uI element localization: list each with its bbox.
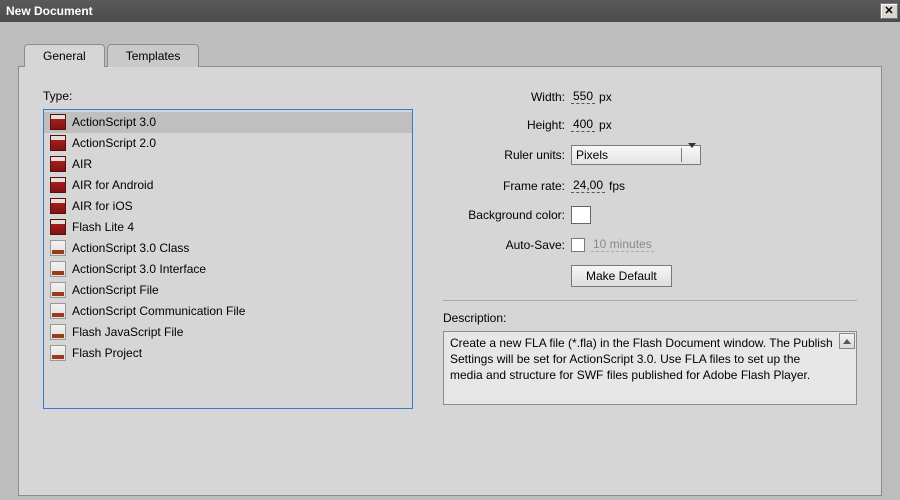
type-item[interactable]: ActionScript 3.0 — [44, 112, 412, 133]
type-item[interactable]: ActionScript 3.0 Interface — [44, 259, 412, 280]
chevron-up-icon — [843, 339, 851, 344]
ruler-units-select[interactable]: Pixels — [571, 145, 701, 165]
type-item[interactable]: AIR — [44, 154, 412, 175]
window-title: New Document — [6, 4, 93, 18]
scroll-up-button[interactable] — [839, 333, 855, 349]
autosave-interval: 10 minutes — [591, 237, 654, 252]
script-file-icon — [50, 324, 66, 340]
tab-body: Type: ActionScript 3.0 ActionScript 2.0 AI… — [18, 66, 882, 496]
autosave-checkbox[interactable] — [571, 238, 585, 252]
type-item-label: Flash Lite 4 — [72, 220, 134, 234]
flash-file-icon — [50, 135, 66, 151]
framerate-unit: fps — [609, 179, 625, 193]
bgcolor-label: Background color: — [443, 208, 571, 222]
script-file-icon — [50, 282, 66, 298]
width-input[interactable]: 550 — [571, 89, 595, 104]
type-item-label: AIR — [72, 157, 92, 171]
type-item-label: Flash Project — [72, 346, 142, 360]
width-unit: px — [599, 90, 612, 104]
type-item-label: AIR for Android — [72, 178, 153, 192]
type-item[interactable]: ActionScript File — [44, 280, 412, 301]
type-item-label: ActionScript 2.0 — [72, 136, 156, 150]
height-label: Height: — [443, 118, 571, 132]
type-item[interactable]: ActionScript 2.0 — [44, 133, 412, 154]
description-text: Create a new FLA file (*.fla) in the Fla… — [450, 335, 836, 384]
script-file-icon — [50, 240, 66, 256]
width-label: Width: — [443, 90, 571, 104]
type-item-label: ActionScript 3.0 — [72, 115, 156, 129]
flash-file-icon — [50, 219, 66, 235]
tab-row: General Templates — [24, 44, 882, 67]
type-item-label: ActionScript Communication File — [72, 304, 245, 318]
type-item[interactable]: AIR for iOS — [44, 196, 412, 217]
script-file-icon — [50, 303, 66, 319]
type-item-label: Flash JavaScript File — [72, 325, 183, 339]
flash-file-icon — [50, 177, 66, 193]
chevron-down-icon — [681, 148, 696, 162]
close-button[interactable]: ✕ — [880, 3, 898, 19]
bgcolor-swatch[interactable] — [571, 206, 591, 224]
flash-file-icon — [50, 114, 66, 130]
ruler-units-value: Pixels — [576, 148, 608, 162]
type-label: Type: — [43, 89, 413, 103]
type-item[interactable]: ActionScript Communication File — [44, 301, 412, 322]
tab-templates[interactable]: Templates — [107, 44, 200, 67]
type-item[interactable]: ActionScript 3.0 Class — [44, 238, 412, 259]
framerate-input[interactable]: 24,00 — [571, 178, 605, 193]
type-item-label: ActionScript 3.0 Interface — [72, 262, 206, 276]
type-item-label: AIR for iOS — [72, 199, 133, 213]
flash-file-icon — [50, 198, 66, 214]
flash-file-icon — [50, 156, 66, 172]
tab-general[interactable]: General — [24, 44, 105, 67]
description-box: Create a new FLA file (*.fla) in the Fla… — [443, 331, 857, 405]
title-bar: New Document ✕ — [0, 0, 900, 22]
type-item[interactable]: Flash JavaScript File — [44, 322, 412, 343]
ruler-units-label: Ruler units: — [443, 148, 571, 162]
type-item[interactable]: AIR for Android — [44, 175, 412, 196]
autosave-label: Auto-Save: — [443, 238, 571, 252]
height-unit: px — [599, 118, 612, 132]
script-file-icon — [50, 345, 66, 361]
script-file-icon — [50, 261, 66, 277]
height-input[interactable]: 400 — [571, 117, 595, 132]
make-default-button[interactable]: Make Default — [571, 265, 672, 287]
type-item[interactable]: Flash Project — [44, 343, 412, 364]
type-list[interactable]: ActionScript 3.0 ActionScript 2.0 AIR AIR f… — [43, 109, 413, 409]
type-item-label: ActionScript 3.0 Class — [72, 241, 189, 255]
type-item[interactable]: Flash Lite 4 — [44, 217, 412, 238]
framerate-label: Frame rate: — [443, 179, 571, 193]
type-item-label: ActionScript File — [72, 283, 159, 297]
description-label: Description: — [443, 311, 857, 325]
